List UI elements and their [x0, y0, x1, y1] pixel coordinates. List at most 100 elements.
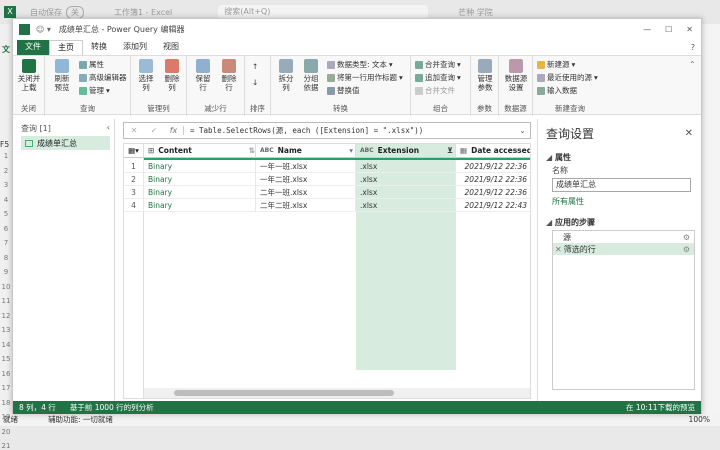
queries-pane: 查询 [1] ‹ 成绩单汇总	[17, 119, 115, 409]
all-properties-link[interactable]: 所有属性	[538, 192, 701, 211]
properties-section-header[interactable]: ◢ 属性	[538, 146, 701, 163]
recent-sources-button[interactable]: 最近使用的源 ▾	[537, 72, 598, 83]
query-name-input[interactable]: 成绩单汇总	[552, 178, 691, 192]
column-header-content[interactable]: ⊞ Content ⇅	[144, 144, 256, 158]
close-icon[interactable]: ✕	[686, 25, 693, 34]
name-cell: 二年二班.xlsx	[256, 199, 356, 212]
tab-add-column[interactable]: 添加列	[115, 40, 155, 55]
excel-file-tab[interactable]: 文	[0, 44, 12, 55]
data-type-dropdown[interactable]: 数据类型: 文本 ▾	[327, 59, 393, 70]
sort-ascending-button[interactable]: ↑	[252, 62, 258, 71]
maximize-icon[interactable]: ☐	[665, 25, 672, 34]
datetime-type-icon[interactable]: ▦	[460, 146, 467, 155]
text-type-icon[interactable]: ABC	[260, 147, 274, 154]
applied-steps-header[interactable]: ◢ 应用的步骤	[538, 211, 701, 230]
excel-row-header: 18	[1, 398, 11, 407]
minimize-icon[interactable]: —	[643, 25, 651, 34]
merge-queries-button[interactable]: 合并查询 ▾	[415, 59, 461, 70]
autosave-toggle[interactable]: 关	[66, 5, 84, 19]
expand-formula-icon[interactable]: ⌄	[519, 126, 526, 135]
filter-applied-icon[interactable]: ⊻	[447, 146, 453, 155]
confirm-formula-icon[interactable]: ✓	[144, 126, 164, 135]
group-transform-label: 转换	[333, 104, 348, 113]
step-label: 源	[563, 232, 571, 242]
step-item[interactable]: 源 ⚙	[553, 231, 694, 243]
sort-descending-button[interactable]: ↓	[252, 78, 258, 87]
tab-file[interactable]: 文件	[17, 40, 49, 55]
use-first-row-headers-button[interactable]: 将第一行用作标题 ▾	[327, 72, 403, 83]
close-load-icon	[22, 59, 36, 73]
replace-values-button[interactable]: 替换值	[327, 85, 360, 96]
column-name: Content	[158, 146, 192, 155]
binary-type-icon[interactable]: ⊞	[148, 146, 154, 155]
excel-row-header: 12	[1, 311, 11, 320]
filter-dropdown-icon[interactable]: ▾	[349, 146, 353, 155]
formula-input[interactable]: = Table.SelectRows(源, each ([Extension] …	[190, 125, 423, 136]
choose-columns-button[interactable]: 选择 列	[135, 59, 157, 92]
name-label: 名称	[552, 166, 568, 175]
applied-steps-list: 源 ⚙ ✕ 筛选的行 ⚙	[552, 230, 695, 390]
combine-files-button[interactable]: 合并文件	[415, 85, 455, 96]
tab-home[interactable]: 主页	[49, 40, 83, 55]
advanced-editor-button[interactable]: 高级编辑器	[79, 72, 127, 83]
collapse-triangle-icon: ◢	[546, 218, 553, 227]
ribbon-collapse-icon[interactable]: ⌃	[689, 60, 696, 69]
close-settings-icon[interactable]: ✕	[685, 128, 693, 139]
excel-row-header: 19	[1, 413, 11, 421]
step-settings-gear-icon[interactable]: ⚙	[683, 245, 690, 254]
headers-icon	[327, 73, 335, 82]
pq-statusbar: 8 列，4 行 基于前 1000 行的列分析 在 10:11下载的预览	[13, 401, 701, 414]
column-header-date-accessed[interactable]: ▦ Date accessed	[456, 144, 530, 158]
recent-sources-icon	[537, 73, 545, 82]
remove-columns-button[interactable]: 删除 列	[161, 59, 183, 92]
extension-cell: .xlsx	[356, 160, 456, 173]
table-menu-icon[interactable]: ▦▾	[124, 144, 144, 158]
remove-columns-icon	[165, 59, 179, 73]
keep-rows-button[interactable]: 保留 行	[191, 59, 215, 92]
column-profiling-status[interactable]: 基于前 1000 行的列分析	[70, 402, 154, 413]
append-queries-button[interactable]: 追加查询 ▾	[415, 72, 461, 83]
column-header-extension[interactable]: ABC Extension ⊻	[356, 144, 456, 158]
delete-step-icon[interactable]: ✕	[555, 245, 562, 254]
excel-search-input[interactable]: 搜索(Alt+Q)	[218, 5, 429, 19]
remove-rows-button[interactable]: 删除 行	[217, 59, 241, 92]
fx-icon[interactable]: fx	[164, 126, 184, 135]
column-name: Extension	[377, 146, 420, 155]
close-and-load-button[interactable]: 关闭并 上载	[16, 59, 42, 92]
text-type-icon[interactable]: ABC	[360, 147, 374, 154]
excel-row-header: 6	[3, 224, 9, 233]
row-col-count: 8 列，4 行	[19, 403, 56, 412]
enter-data-icon	[537, 86, 545, 95]
content-cell[interactable]: Binary	[144, 173, 256, 186]
properties-button[interactable]: 属性	[79, 59, 104, 70]
content-cell[interactable]: Binary	[144, 160, 256, 173]
help-icon[interactable]: ?	[691, 41, 695, 55]
manage-button[interactable]: 管理 ▾	[79, 85, 110, 96]
settings-header: 查询设置 ✕	[538, 119, 701, 146]
cancel-formula-icon[interactable]: ✕	[124, 126, 144, 135]
content-cell[interactable]: Binary	[144, 199, 256, 212]
expand-column-icon[interactable]: ⇅	[249, 146, 255, 155]
data-source-settings-button[interactable]: 数据源 设置	[501, 59, 531, 92]
quick-access-icon[interactable]: ☺ ▾	[36, 25, 51, 34]
excel-row-header: 2	[3, 166, 9, 175]
step-item-selected[interactable]: ✕ 筛选的行 ⚙	[553, 243, 694, 255]
content-cell[interactable]: Binary	[144, 186, 256, 199]
enter-data-button[interactable]: 输入数据	[537, 85, 577, 96]
group-combine-label: 组合	[433, 104, 448, 113]
collapse-pane-icon[interactable]: ‹	[107, 123, 110, 134]
split-column-button[interactable]: 拆分 列	[275, 59, 297, 92]
query-item[interactable]: 成绩单汇总	[21, 136, 110, 150]
group-by-button[interactable]: 分组 依据	[299, 59, 323, 92]
refresh-preview-button[interactable]: 刷新 预览	[49, 59, 75, 92]
scrollbar-thumb[interactable]	[174, 390, 394, 396]
tab-transform[interactable]: 转换	[83, 40, 115, 55]
new-source-button[interactable]: 新建源 ▾	[537, 59, 575, 70]
manage-parameters-button[interactable]: 管理 参数	[473, 59, 497, 92]
tab-view[interactable]: 视图	[155, 40, 187, 55]
excel-row-header: 9	[3, 268, 9, 276]
properties-header-label: 属性	[554, 153, 571, 162]
step-settings-gear-icon[interactable]: ⚙	[683, 233, 690, 242]
column-header-name[interactable]: ABC Name ▾	[256, 144, 356, 158]
horizontal-scrollbar[interactable]	[144, 388, 530, 398]
